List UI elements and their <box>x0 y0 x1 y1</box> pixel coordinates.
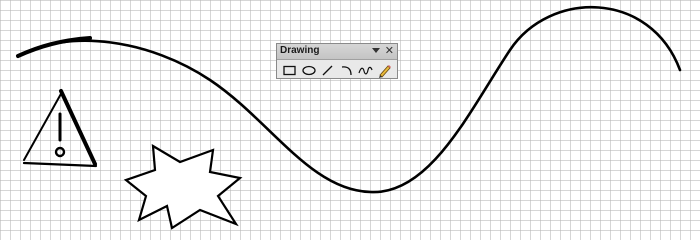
line-icon <box>322 65 333 76</box>
tool-row <box>277 60 397 79</box>
pencil-tool[interactable] <box>375 62 394 79</box>
freeform-tool[interactable] <box>356 62 375 79</box>
ellipse-tool[interactable] <box>299 62 318 79</box>
close-icon[interactable]: ✕ <box>385 44 394 58</box>
pencil-icon <box>379 65 391 78</box>
drawing-toolbar[interactable]: Drawing ✕ <box>276 43 398 79</box>
line-tool[interactable] <box>318 62 337 79</box>
rectangle-icon <box>283 65 296 76</box>
curve-shape[interactable] <box>16 5 682 194</box>
toolbar-title: Drawing <box>280 45 320 56</box>
chevron-down-icon[interactable] <box>372 48 380 53</box>
warning-triangle-shape[interactable] <box>22 89 98 168</box>
arc-tool[interactable] <box>337 62 356 79</box>
arc-icon <box>341 66 352 76</box>
toolbar-title-bar[interactable]: Drawing ✕ <box>277 44 397 60</box>
drawing-canvas[interactable] <box>0 0 700 240</box>
starburst-shape[interactable] <box>123 143 243 230</box>
freeform-icon <box>358 66 373 75</box>
rectangle-tool[interactable] <box>280 62 299 79</box>
ellipse-icon <box>301 65 316 76</box>
curve-start-thick <box>16 36 92 58</box>
